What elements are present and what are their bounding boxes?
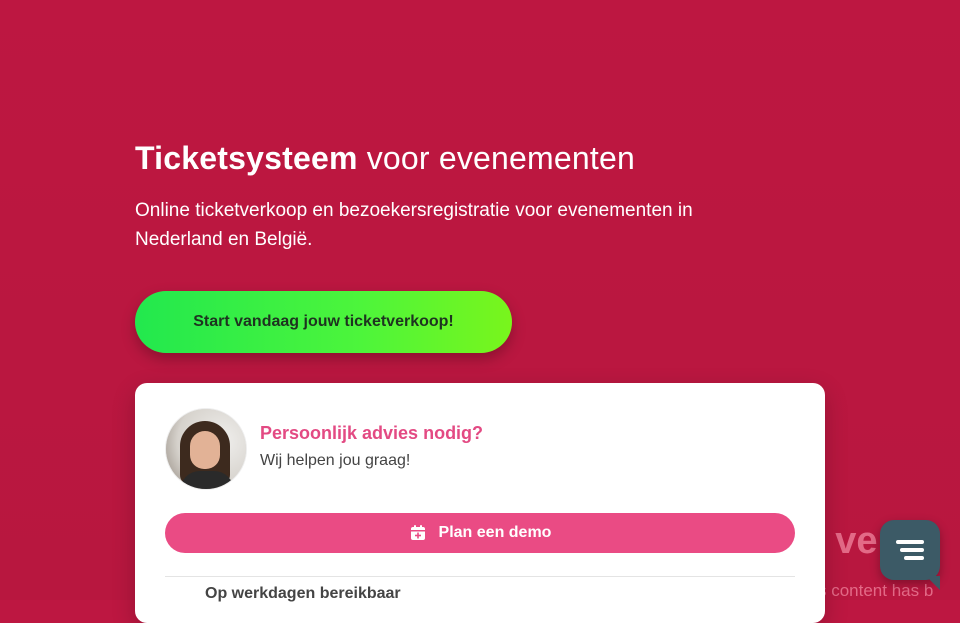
- page-title-rest: voor evenementen: [357, 140, 635, 176]
- avatar: [165, 408, 247, 490]
- advice-title: Persoonlijk advies nodig?: [260, 423, 484, 443]
- page-title: Ticketsysteem voor evenementen: [135, 136, 795, 180]
- divider: [165, 576, 795, 577]
- page-title-bold: Ticketsysteem: [135, 140, 358, 176]
- hero: Ticketsysteem voor evenementen Online ti…: [135, 136, 795, 254]
- chat-lines-icon: [896, 540, 924, 560]
- hero-subtitle: Online ticketverkoop en bezoekersregistr…: [135, 200, 693, 250]
- background-text-fragment: s content has b: [818, 581, 934, 600]
- advice-card: Persoonlijk advies nodig? Wij helpen jou…: [135, 383, 825, 623]
- start-ticket-sales-button[interactable]: Start vandaag jouw ticketverkoop!: [135, 291, 512, 353]
- hours-heading: Op werkdagen bereikbaar: [205, 585, 401, 602]
- calendar-plus-icon: [410, 525, 425, 540]
- chat-launcher-button[interactable]: [880, 520, 940, 590]
- plan-demo-label: Plan een demo: [438, 524, 552, 541]
- advice-subtitle: Wij helpen jou graag!: [260, 452, 411, 469]
- plan-demo-button[interactable]: Plan een demo: [165, 513, 795, 553]
